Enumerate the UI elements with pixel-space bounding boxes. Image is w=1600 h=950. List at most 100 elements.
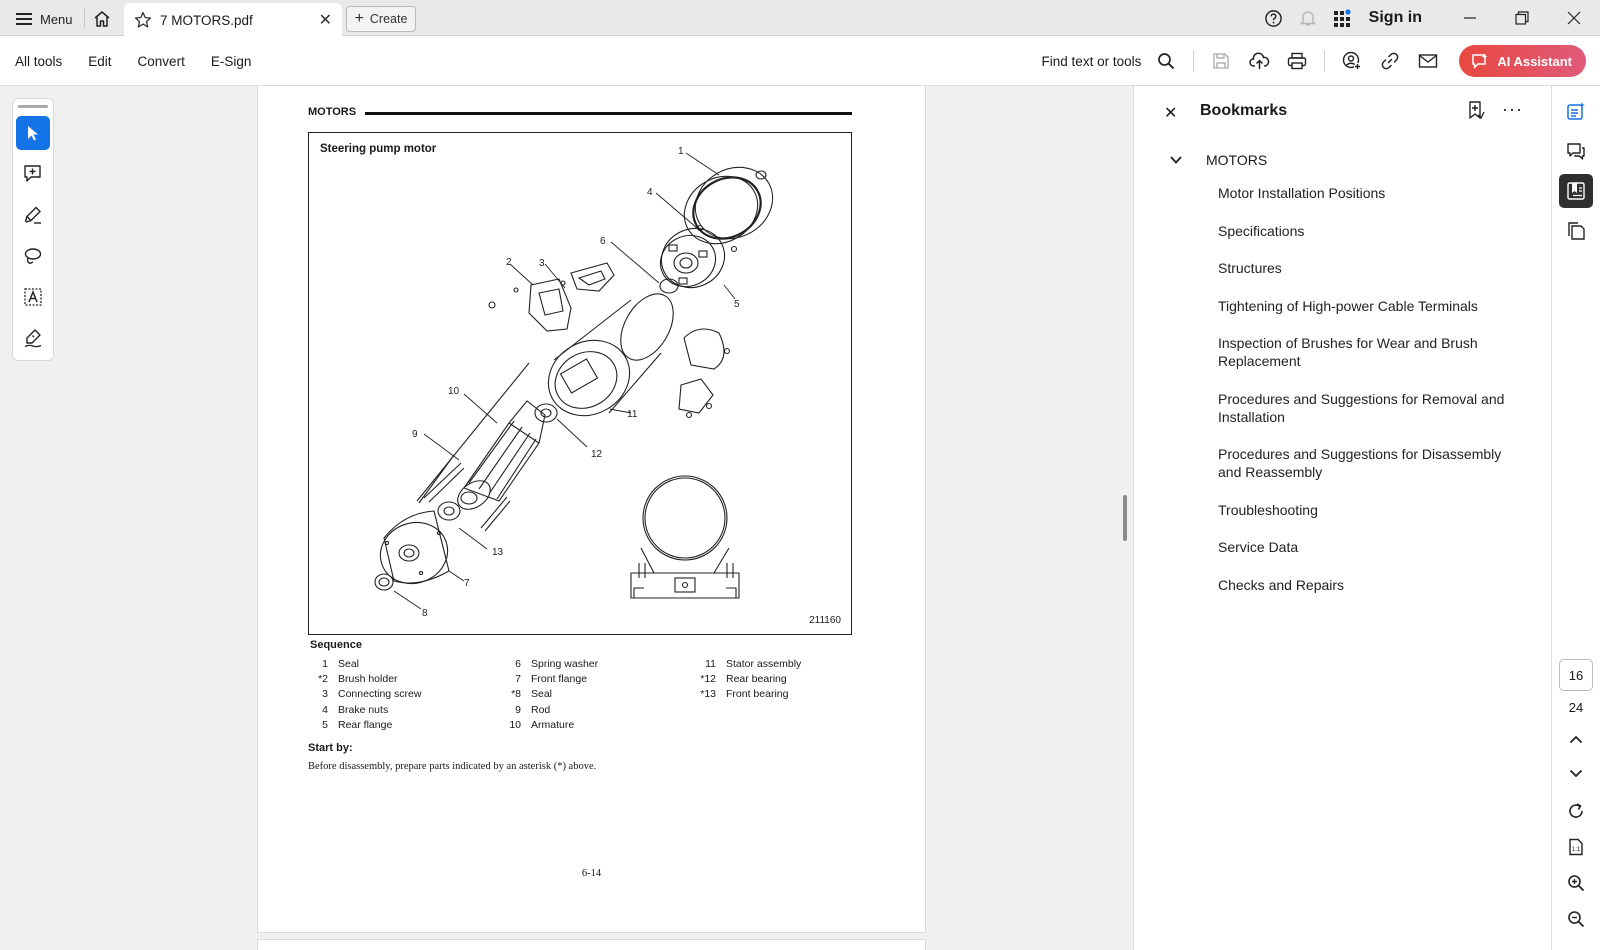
- bookmark-item[interactable]: Motor Installation Positions: [1218, 184, 1528, 202]
- chevron-down-icon[interactable]: [1170, 156, 1182, 164]
- rotate-button[interactable]: [1559, 794, 1593, 828]
- sequence-column-2: 6 Spring washer 7 Front flange *8 Seal 9 Rod…: [503, 657, 598, 733]
- find-label[interactable]: Find text or tools: [1042, 54, 1142, 69]
- previous-page-button[interactable]: [1559, 722, 1593, 756]
- window-close-button[interactable]: [1548, 0, 1600, 36]
- current-page-input[interactable]: 16: [1559, 659, 1593, 691]
- part-rear-bearing: [534, 403, 558, 423]
- create-label: Create: [369, 12, 408, 26]
- part-seal-ring: [683, 166, 774, 245]
- drag-handle[interactable]: [18, 105, 48, 108]
- bookmark-item[interactable]: Structures: [1218, 259, 1528, 277]
- bookmark-item[interactable]: Service Data: [1218, 538, 1528, 556]
- home-button[interactable]: [88, 6, 116, 32]
- bookmark-item[interactable]: Specifications: [1218, 222, 1528, 240]
- fit-page-button[interactable]: 1:1: [1559, 830, 1593, 864]
- cursor-icon: [28, 126, 38, 141]
- sequence-item: 1 Seal: [322, 658, 360, 670]
- sequence-column-1: 1 Seal *2 Brush holder 3 Connecting screw 4…: [310, 657, 421, 733]
- highlight-tool[interactable]: [16, 198, 50, 232]
- upload-button[interactable]: [1242, 46, 1276, 76]
- highlighter-icon: [24, 206, 41, 224]
- create-button[interactable]: + Create: [346, 6, 416, 32]
- divider: [1324, 50, 1326, 72]
- sequence-item: 4 Brake nuts: [322, 703, 389, 716]
- sign-tool[interactable]: [16, 321, 50, 355]
- menu-convert[interactable]: Convert: [138, 54, 185, 69]
- search-button[interactable]: [1149, 46, 1183, 76]
- zoom-in-button[interactable]: [1559, 866, 1593, 900]
- rail-bookmarks-button[interactable]: [1559, 174, 1593, 208]
- envelope-icon: [1419, 54, 1438, 68]
- share-button[interactable]: [1335, 46, 1369, 76]
- bookmark-item[interactable]: Checks and Repairs: [1218, 576, 1528, 594]
- rail-pages-button[interactable]: [1559, 214, 1593, 248]
- bookmark-root[interactable]: MOTORS: [1170, 152, 1267, 168]
- apps-grid-icon: [1333, 9, 1351, 27]
- close-panel-icon[interactable]: ✕: [1164, 103, 1177, 123]
- printer-icon: [1288, 52, 1307, 70]
- fit-page-icon: 1:1: [1569, 838, 1583, 856]
- panel-resize-handle[interactable]: [1123, 495, 1127, 541]
- tab-close-icon[interactable]: ✕: [319, 10, 332, 30]
- title-bar: Menu 7 MOTORS.pdf ✕ + Create Sign in: [0, 0, 1600, 37]
- restore-button[interactable]: [1496, 0, 1548, 36]
- apps-button[interactable]: [1325, 3, 1359, 33]
- sequence-item: 10 Armature: [509, 718, 575, 731]
- zoom-out-button[interactable]: [1559, 902, 1593, 936]
- callout-5: 5: [734, 299, 740, 310]
- close-icon: [1567, 11, 1581, 25]
- add-comment-tool[interactable]: [16, 157, 50, 191]
- text-tool[interactable]: [16, 280, 50, 314]
- ai-assistant-button[interactable]: AI Assistant: [1459, 45, 1586, 77]
- sequence-item: 11 Stator assembly: [705, 658, 802, 670]
- sequence-item: 5 Rear flange: [322, 718, 393, 731]
- bookmark-item[interactable]: Troubleshooting: [1218, 501, 1528, 519]
- part-rear-flange: [659, 224, 738, 289]
- star-icon[interactable]: [134, 11, 152, 29]
- comment-plus-icon: [24, 165, 41, 182]
- part-brush-set: [678, 328, 731, 419]
- menu-e-sign[interactable]: E-Sign: [211, 54, 252, 69]
- minimize-button[interactable]: [1444, 0, 1496, 36]
- rail-generative-button[interactable]: [1559, 94, 1593, 128]
- more-options-icon[interactable]: ···: [1502, 99, 1523, 120]
- next-page-button[interactable]: [1559, 756, 1593, 790]
- rotate-icon: [1569, 803, 1583, 818]
- callout-7: 7: [464, 578, 470, 589]
- email-button[interactable]: [1411, 46, 1445, 76]
- menu-button[interactable]: Menu: [8, 6, 81, 32]
- svg-text:1:1: 1:1: [1572, 847, 1581, 853]
- callout-3: 3: [539, 258, 545, 269]
- bookmark-item[interactable]: Procedures and Suggestions for Removal a…: [1218, 390, 1528, 426]
- link-button[interactable]: [1373, 46, 1407, 76]
- callout-11: 11: [627, 409, 638, 420]
- select-tool[interactable]: [16, 116, 50, 150]
- ai-assistant-icon: [1472, 53, 1488, 69]
- part-armature: [416, 362, 546, 532]
- bookmarks-panel: ✕ Bookmarks ··· MOTORS Motor Installatio…: [1133, 86, 1551, 950]
- draw-tool[interactable]: [16, 239, 50, 273]
- sequence-item: 7 Front flange: [515, 673, 588, 686]
- menu-all-tools[interactable]: All tools: [15, 54, 62, 69]
- document-tab[interactable]: 7 MOTORS.pdf ✕: [124, 3, 342, 37]
- tab-title: 7 MOTORS.pdf: [160, 12, 253, 28]
- bookmark-item[interactable]: Inspection of Brushes for Wear and Brush…: [1218, 334, 1528, 370]
- help-button[interactable]: [1257, 3, 1291, 33]
- text-box-icon: [24, 288, 42, 306]
- callout-13: 13: [492, 547, 504, 558]
- bookmark-item[interactable]: Procedures and Suggestions for Disassemb…: [1218, 445, 1528, 481]
- rail-comments-button[interactable]: [1559, 134, 1593, 168]
- pen-sign-icon: [24, 329, 42, 348]
- menu-edit[interactable]: Edit: [88, 54, 111, 69]
- minimize-icon: [1464, 17, 1476, 19]
- part-rod: [418, 454, 455, 504]
- sign-in-button[interactable]: Sign in: [1369, 9, 1422, 27]
- add-bookmark-button[interactable]: [1466, 100, 1486, 123]
- notifications-button[interactable]: [1291, 3, 1325, 33]
- bookmark-item[interactable]: Tightening of High-power Cable Terminals: [1218, 297, 1528, 315]
- save-button[interactable]: [1204, 46, 1238, 76]
- callout-9: 9: [412, 429, 418, 440]
- page-header: MOTORS: [308, 106, 357, 118]
- print-button[interactable]: [1280, 46, 1314, 76]
